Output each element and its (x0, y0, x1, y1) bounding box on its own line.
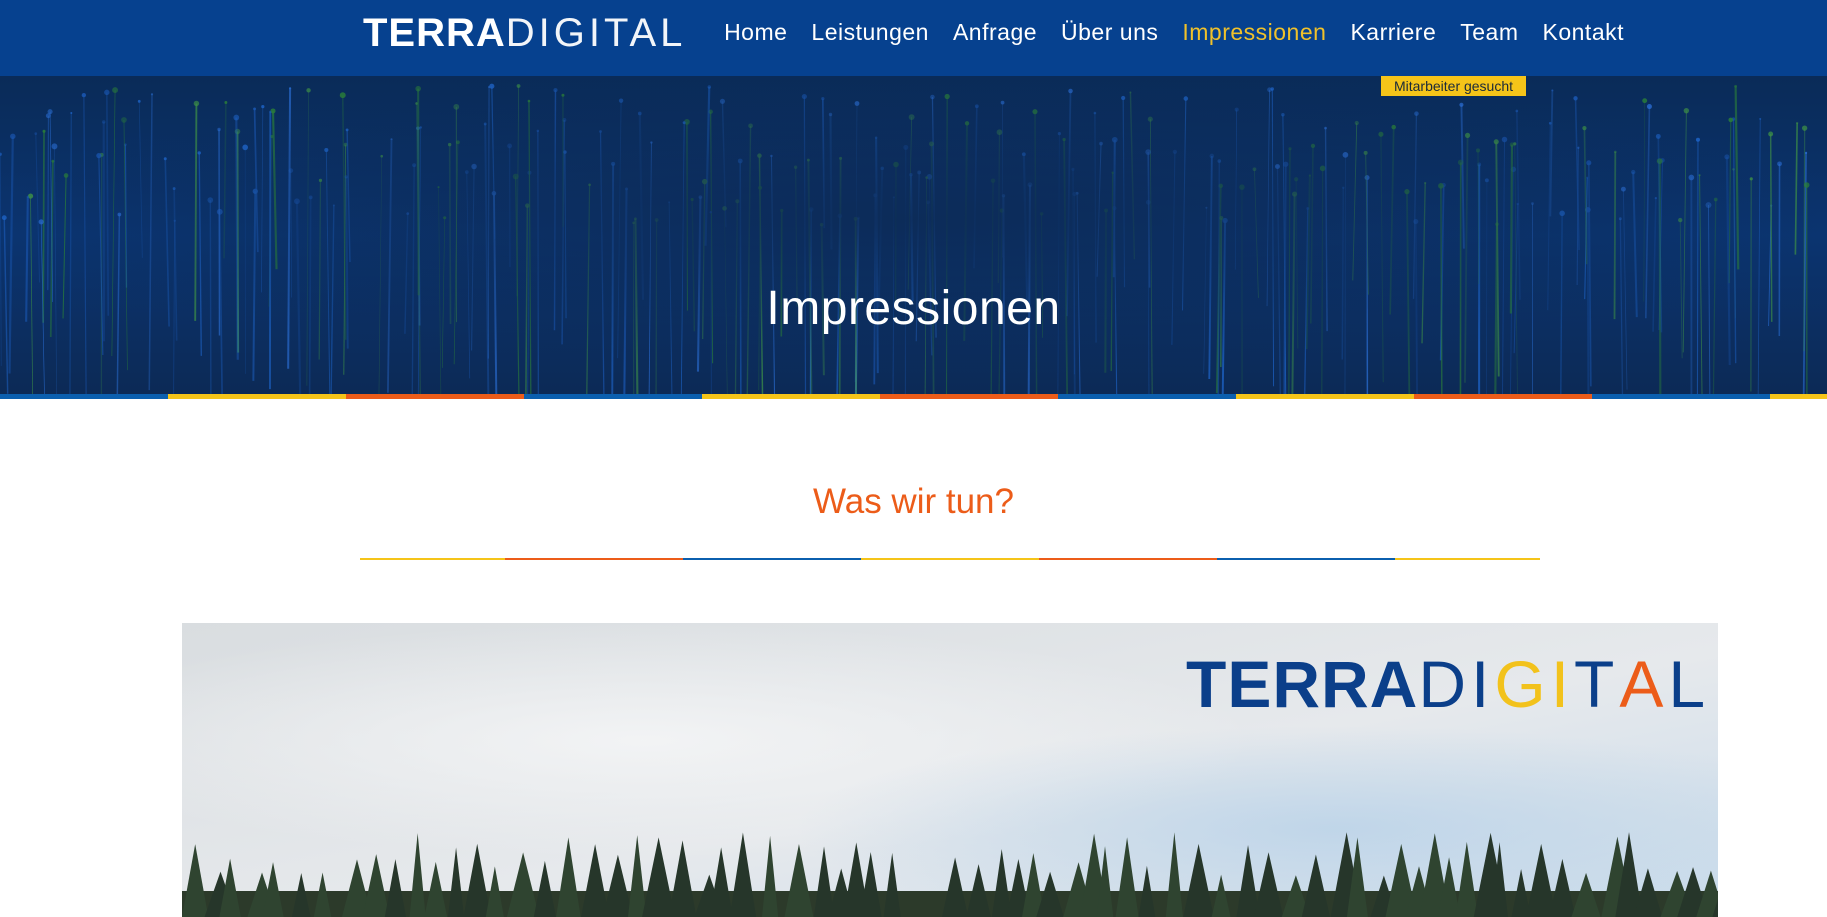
nav-ueber-uns[interactable]: Über uns (1061, 19, 1158, 46)
photo-logo-letter-d: D (1418, 647, 1471, 721)
photo-logo-terra: TERRA (1186, 647, 1419, 721)
photo-terradigital-logo: TERRA D I G I T A L (1186, 647, 1711, 721)
photo-logo-letter-g: G (1494, 647, 1551, 721)
logo-digital-text: DIGITAL (505, 10, 687, 55)
main-nav: Home Leistungen Anfrage Über uns Impress… (724, 0, 1624, 64)
photo-logo-letter-l: L (1668, 647, 1711, 721)
site-header: TERRA DIGITAL Home Leistungen Anfrage Übe… (0, 0, 1827, 76)
hero-background-image (0, 76, 1827, 394)
nav-team[interactable]: Team (1460, 19, 1518, 46)
nav-kontakt[interactable]: Kontakt (1543, 19, 1625, 46)
section-title: Was wir tun? (813, 482, 1014, 521)
photo-logo-letter-i2: I (1550, 647, 1575, 721)
nav-home[interactable]: Home (724, 19, 787, 46)
photo-logo-letter-a: A (1619, 647, 1669, 721)
hero-banner: Impressionen (0, 76, 1827, 394)
nav-leistungen[interactable]: Leistungen (811, 19, 929, 46)
page-title: Impressionen (766, 282, 1061, 335)
nav-karriere[interactable]: Karriere (1350, 19, 1436, 46)
nav-anfrage[interactable]: Anfrage (953, 19, 1037, 46)
section-divider (360, 558, 1540, 560)
hiring-badge[interactable]: Mitarbeiter gesucht (1381, 76, 1526, 96)
photo-logo-letter-i: I (1471, 647, 1495, 721)
color-stripe-bar (0, 394, 1827, 399)
nav-impressionen[interactable]: Impressionen (1182, 19, 1326, 46)
photo-logo-letter-t: T (1574, 647, 1620, 721)
logo-terra-text: TERRA (363, 10, 506, 55)
impressions-photo[interactable]: TERRA D I G I T A L (182, 623, 1718, 917)
site-logo[interactable]: TERRA DIGITAL (363, 10, 686, 56)
